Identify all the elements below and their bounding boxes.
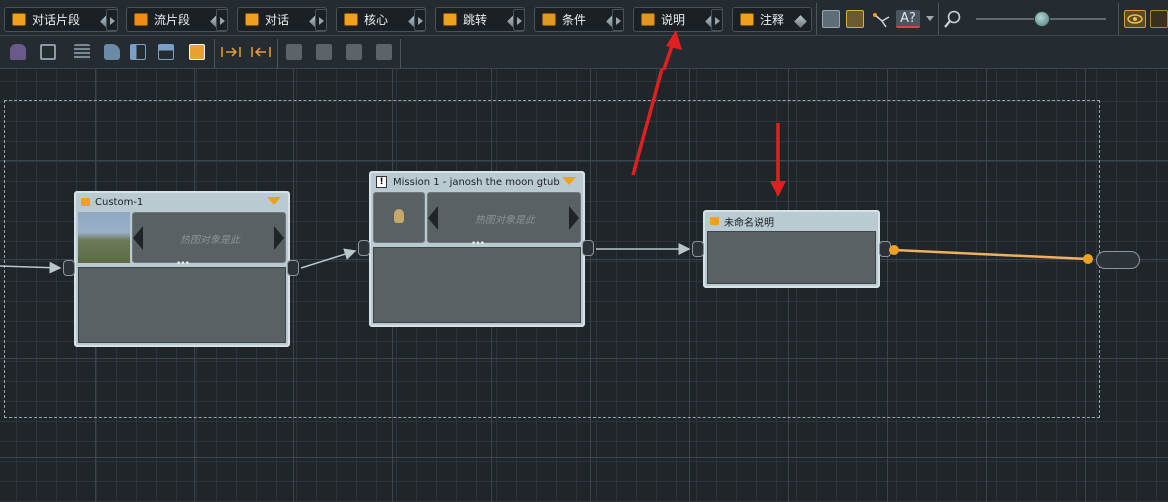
export-icon[interactable] xyxy=(189,44,205,60)
dialogue-dropdown[interactable] xyxy=(315,9,327,31)
toolbar-separator xyxy=(277,39,278,69)
dialogue-fragment-dropdown[interactable] xyxy=(106,9,118,31)
annotation-arrow xyxy=(631,69,664,176)
chevron-down-icon[interactable] xyxy=(926,16,934,21)
dialogue-button[interactable]: 对话 xyxy=(237,7,327,32)
main-toolbar: 对话片段 流片段 对话 核心 跳转 条件 说明 注释 A? xyxy=(0,0,1168,36)
jump-dropdown[interactable] xyxy=(513,9,525,31)
selected-connection[interactable] xyxy=(893,248,1089,261)
robot-icon[interactable] xyxy=(10,44,26,60)
connection-line[interactable] xyxy=(300,248,357,269)
zoom-icon[interactable] xyxy=(944,10,962,28)
annotation-arrowhead xyxy=(770,181,786,197)
zoom-slider-thumb[interactable] xyxy=(1034,11,1050,27)
secondary-toolbar xyxy=(0,36,1168,69)
comment-button[interactable]: 注释 xyxy=(732,7,812,32)
eye-icon[interactable] xyxy=(1124,10,1146,28)
toolbar-separator xyxy=(400,39,401,69)
text-check-icon[interactable]: A? xyxy=(896,10,920,28)
align-right-icon[interactable] xyxy=(250,44,272,60)
dialogue-fragment-icon xyxy=(12,13,26,26)
stack1-icon[interactable] xyxy=(286,44,302,60)
hub-icon xyxy=(344,13,358,26)
hub-dropdown[interactable] xyxy=(414,9,426,31)
condition-button[interactable]: 条件 xyxy=(534,7,624,32)
diamond-icon xyxy=(794,15,807,28)
stack4-icon[interactable] xyxy=(376,44,392,60)
connection-line[interactable] xyxy=(0,261,62,274)
connections-overlay xyxy=(0,69,1093,274)
connect-icon[interactable] xyxy=(872,10,890,28)
jump-button[interactable]: 跳转 xyxy=(435,7,525,32)
toolbar-separator xyxy=(1118,3,1119,35)
jump-icon xyxy=(443,13,457,26)
node-select-icon[interactable] xyxy=(846,10,864,28)
instruction-dropdown[interactable] xyxy=(711,9,723,31)
grid-view-icon[interactable] xyxy=(822,10,840,28)
stack3-icon[interactable] xyxy=(346,44,362,60)
toolbar-separator xyxy=(816,3,817,35)
flow-canvas[interactable]: Custom-1 热图对象是此 ••• ! Mission 1 - janosh… xyxy=(0,69,1168,502)
paint-bucket-icon[interactable] xyxy=(104,44,120,60)
flow-fragment-button[interactable]: 流片段 xyxy=(126,7,228,32)
instruction-button[interactable]: 说明 xyxy=(633,7,723,32)
grid-toggle-icon[interactable] xyxy=(1150,10,1168,28)
hierarchy-icon[interactable] xyxy=(130,44,146,60)
stack2-icon[interactable] xyxy=(316,44,332,60)
list-icon[interactable] xyxy=(74,44,90,60)
toolbar-separator xyxy=(214,39,215,69)
hierarchy2-icon[interactable] xyxy=(158,44,174,60)
align-left-icon[interactable] xyxy=(220,44,242,60)
dialogue-fragment-button[interactable]: 对话片段 xyxy=(4,7,118,32)
flow-fragment-icon xyxy=(134,13,148,26)
hub-button[interactable]: 核心 xyxy=(336,7,426,32)
toolbar-separator xyxy=(938,3,939,35)
instruction-icon xyxy=(641,13,655,26)
monitor-icon[interactable] xyxy=(40,44,56,60)
dialogue-icon xyxy=(245,13,259,26)
condition-icon xyxy=(542,13,556,26)
connection-handle[interactable] xyxy=(889,245,899,255)
connection-handle[interactable] xyxy=(1083,254,1093,264)
condition-dropdown[interactable] xyxy=(612,9,624,31)
comment-icon xyxy=(740,13,754,26)
flow-fragment-dropdown[interactable] xyxy=(216,9,228,31)
